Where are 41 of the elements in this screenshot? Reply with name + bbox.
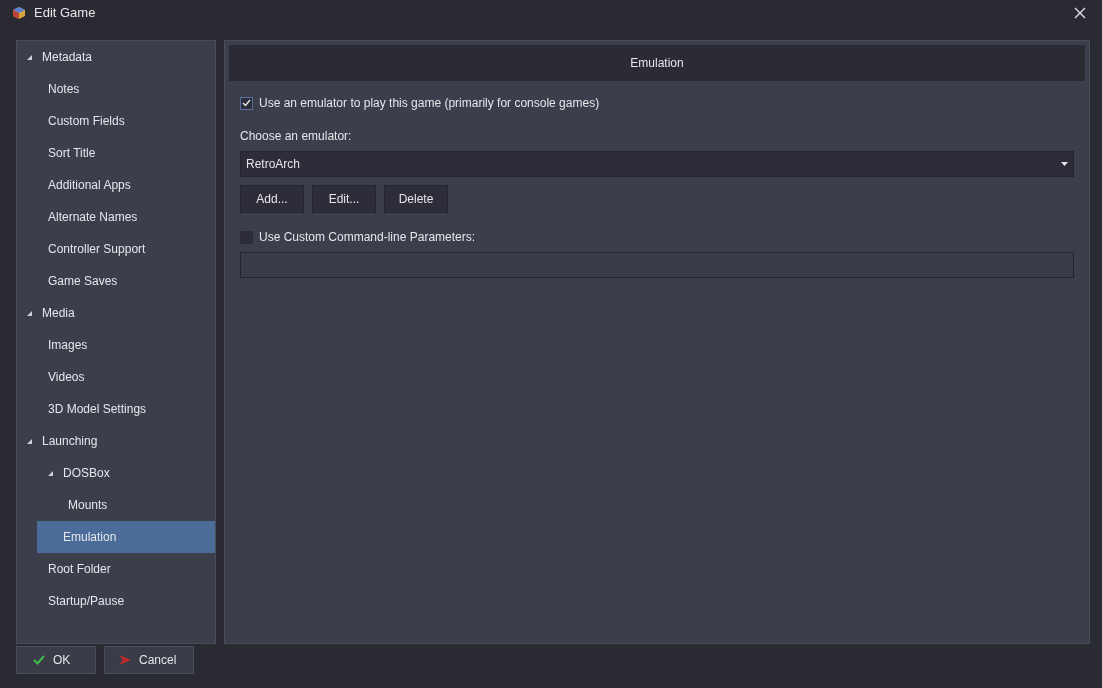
tree-item[interactable]: Launching — [17, 425, 215, 457]
cancel-button[interactable]: Cancel — [104, 646, 194, 674]
field-label: Choose an emulator: — [240, 128, 353, 145]
emulator-dropdown[interactable]: RetroArch — [240, 151, 1074, 177]
action-button[interactable]: Add... — [240, 185, 304, 213]
action-button[interactable]: Delete — [384, 185, 448, 213]
tree-item[interactable]: DOSBox — [17, 457, 215, 489]
expand-arrow-icon[interactable] — [27, 54, 32, 60]
checkbox-label: Use Custom Command-line Parameters: — [259, 229, 476, 246]
tree-item[interactable]: Mounts — [17, 489, 215, 521]
tree-item[interactable]: Startup/Pause — [17, 585, 215, 617]
parameters-field[interactable] — [240, 252, 1074, 278]
window-title: Edit Game — [34, 4, 96, 23]
tree-item[interactable]: Controller Support — [17, 233, 215, 265]
dropdown-caret-icon — [1061, 162, 1068, 166]
tree-item[interactable]: Emulation — [37, 521, 215, 553]
tree-item[interactable]: 3D Model Settings — [17, 393, 215, 425]
expand-arrow-icon[interactable] — [27, 310, 32, 316]
dropdown-value: RetroArch — [246, 156, 302, 173]
checkmark-icon — [33, 655, 45, 665]
expand-arrow-icon[interactable] — [48, 470, 53, 476]
checkbox[interactable] — [240, 96, 253, 110]
app-logo-icon — [12, 6, 26, 20]
tree-item[interactable]: Notes — [17, 73, 215, 105]
close-icon — [1074, 7, 1086, 19]
ok-button[interactable]: OK — [16, 646, 96, 674]
tree-item[interactable]: Images — [17, 329, 215, 361]
cancel-icon — [119, 655, 131, 665]
tree-item[interactable]: Custom Fields — [17, 105, 215, 137]
tree-item[interactable]: Sort Title — [17, 137, 215, 169]
tree-item[interactable]: Metadata — [17, 41, 215, 73]
panel-header: Emulation — [229, 45, 1085, 81]
tree-item[interactable]: Media — [17, 297, 215, 329]
tree-item[interactable]: Game Saves — [17, 265, 215, 297]
tree-item[interactable]: Root Folder — [17, 553, 215, 585]
checkbox-label: Use an emulator to play this game (primarily for console games) — [259, 95, 600, 112]
tree-item[interactable]: Alternate Names — [17, 201, 215, 233]
expand-arrow-icon[interactable] — [27, 438, 32, 444]
tree-item[interactable]: Additional Apps — [17, 169, 215, 201]
action-button[interactable]: Edit... — [312, 185, 376, 213]
tree-item[interactable]: Videos — [17, 361, 215, 393]
